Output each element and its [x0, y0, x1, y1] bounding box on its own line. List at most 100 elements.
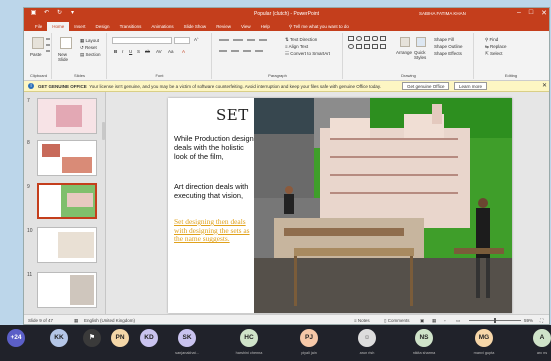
zoom-level[interactable]: 59%: [524, 318, 533, 323]
section-button[interactable]: ▤ Section: [80, 52, 101, 58]
slide-paragraph-3[interactable]: Set designing then deals with designing …: [174, 217, 254, 244]
participant-tile[interactable]: HC harshini chenna: [236, 329, 262, 361]
shape-fill-button[interactable]: Shape Fill: [434, 37, 454, 42]
tab-slide-show[interactable]: Slide Show: [179, 22, 212, 31]
increase-indent-icon[interactable]: [259, 39, 267, 41]
font-color-icon[interactable]: A: [182, 49, 185, 54]
brace-shape-icon[interactable]: [364, 44, 370, 49]
learn-more-button[interactable]: Learn more: [454, 82, 488, 90]
close-icon[interactable]: ✕: [542, 82, 547, 89]
tell-me-search[interactable]: ⚲ Tell me what you want to do: [289, 22, 349, 31]
maximize-icon[interactable]: □: [529, 9, 533, 17]
tab-transitions[interactable]: Transitions: [115, 22, 147, 31]
strikethrough-icon[interactable]: ab: [145, 49, 150, 54]
numbering-icon[interactable]: [233, 39, 243, 41]
slide-thumbnail-11[interactable]: [37, 272, 97, 308]
tab-home[interactable]: Home: [47, 22, 70, 31]
tab-animations[interactable]: Animations: [146, 22, 178, 31]
textbox-shape-icon[interactable]: [364, 36, 370, 41]
text-direction-button[interactable]: ⇅ Text Direction: [285, 37, 317, 43]
select-button[interactable]: ⇱ Select: [485, 51, 503, 57]
align-center-icon[interactable]: [231, 50, 239, 52]
slideshow-view-icon[interactable]: ▭: [456, 318, 460, 324]
shape-effects-button[interactable]: Shape Effects: [434, 51, 462, 56]
layout-button[interactable]: ▦ Layout: [80, 38, 99, 44]
new-slide-button[interactable]: New Slide: [58, 52, 78, 62]
grow-font-icon[interactable]: Aˆ: [194, 37, 199, 42]
participant-tile[interactable]: PJ piyali jain: [297, 329, 321, 361]
star-shape-icon[interactable]: [372, 44, 378, 49]
thumbnail-scrollbar[interactable]: [102, 122, 105, 140]
replace-button[interactable]: ⇆ Replace: [485, 44, 507, 50]
tab-file[interactable]: File: [30, 22, 47, 31]
slide-thumbnail-10[interactable]: [37, 227, 97, 263]
participant-avatar[interactable]: HC: [240, 329, 258, 347]
film-set-photo[interactable]: [254, 98, 512, 313]
shapes-gallery[interactable]: [348, 36, 396, 58]
slide-thumbnail-8[interactable]: [37, 140, 97, 176]
oval-shape-icon[interactable]: [356, 36, 362, 41]
customize-icon[interactable]: ▾: [69, 10, 76, 17]
slide-paragraph-1[interactable]: While Production design deals with the h…: [174, 134, 256, 161]
slide-thumbnail-9-selected[interactable]: [37, 183, 97, 219]
current-slide[interactable]: SET DESIGN While Production design deals…: [168, 98, 512, 313]
format-painter-icon[interactable]: [46, 50, 50, 52]
participant-avatar[interactable]: +24: [7, 329, 25, 347]
participant-avatar[interactable]: SK: [178, 329, 196, 347]
participant-avatar[interactable]: PJ: [300, 329, 318, 347]
notes-button[interactable]: ≡ Notes: [354, 318, 370, 323]
slide-paragraph-2[interactable]: Art direction deals with executing that …: [174, 182, 256, 200]
participant-tile[interactable]: MG manvi gupta: [472, 329, 496, 361]
participant-tile[interactable]: KD: [137, 329, 161, 361]
slide-thumbnail-7[interactable]: [37, 98, 97, 134]
paste-button[interactable]: Paste: [30, 52, 42, 57]
participant-avatar[interactable]: KD: [140, 329, 158, 347]
callout-shape-icon[interactable]: [380, 44, 386, 49]
copy-icon[interactable]: [46, 44, 50, 46]
reset-button[interactable]: ↺ Reset: [80, 45, 97, 51]
rectangle-shape-icon[interactable]: [348, 36, 354, 41]
cut-icon[interactable]: [46, 38, 50, 40]
tab-design[interactable]: Design: [91, 22, 115, 31]
minimize-icon[interactable]: –: [517, 9, 521, 17]
save-icon[interactable]: ▣: [30, 10, 37, 17]
participant-avatar[interactable]: MG: [475, 329, 493, 347]
align-right-icon[interactable]: [243, 50, 251, 52]
reading-view-icon[interactable]: ▫: [444, 318, 446, 323]
participant-tile[interactable]: +24: [4, 329, 28, 361]
align-left-icon[interactable]: [219, 50, 227, 52]
paste-icon[interactable]: [32, 37, 44, 49]
comments-button[interactable]: ▯ Comments: [384, 318, 410, 324]
tab-review[interactable]: Review: [211, 22, 236, 31]
normal-view-icon[interactable]: ▣: [420, 318, 424, 324]
spellcheck-icon[interactable]: ▦: [74, 318, 78, 324]
fit-to-window-icon[interactable]: ⛶: [540, 318, 543, 323]
participant-avatar[interactable]: KK: [50, 329, 68, 347]
char-spacing-icon[interactable]: AV: [156, 49, 162, 54]
participant-tile[interactable]: SK sanjanakhat...: [175, 329, 199, 361]
participant-tile[interactable]: PN: [108, 329, 132, 361]
font-name-field[interactable]: [112, 37, 172, 44]
tab-help[interactable]: Help: [256, 22, 275, 31]
close-icon[interactable]: ✕: [541, 9, 547, 17]
participant-avatar[interactable]: A: [533, 329, 551, 347]
participant-tile[interactable]: ⚑: [80, 329, 104, 361]
tab-insert[interactable]: Insert: [69, 22, 90, 31]
arrange-button[interactable]: Arrange: [396, 50, 412, 55]
tab-view[interactable]: View: [236, 22, 256, 31]
get-genuine-button[interactable]: Get genuine Office: [402, 82, 450, 90]
circle-shape-icon[interactable]: [348, 44, 354, 49]
italic-icon[interactable]: I: [122, 49, 123, 54]
rounded-shape-icon[interactable]: [372, 36, 378, 41]
underline-icon[interactable]: U: [129, 49, 132, 54]
language-indicator[interactable]: English (United Kingdom): [84, 318, 135, 323]
zoom-slider-thumb[interactable]: [494, 318, 496, 323]
align-text-button[interactable]: ≡ Align Text: [285, 44, 308, 49]
undo-icon[interactable]: ↶: [43, 10, 50, 17]
arrow-shape-icon[interactable]: [356, 44, 362, 49]
convert-smartart-button[interactable]: ☷ Convert to SmartArt: [285, 51, 330, 57]
new-slide-icon[interactable]: [60, 37, 72, 49]
bullets-icon[interactable]: [219, 39, 229, 41]
participant-avatar[interactable]: NS: [415, 329, 433, 347]
participant-avatar[interactable]: ⚑: [83, 329, 101, 347]
